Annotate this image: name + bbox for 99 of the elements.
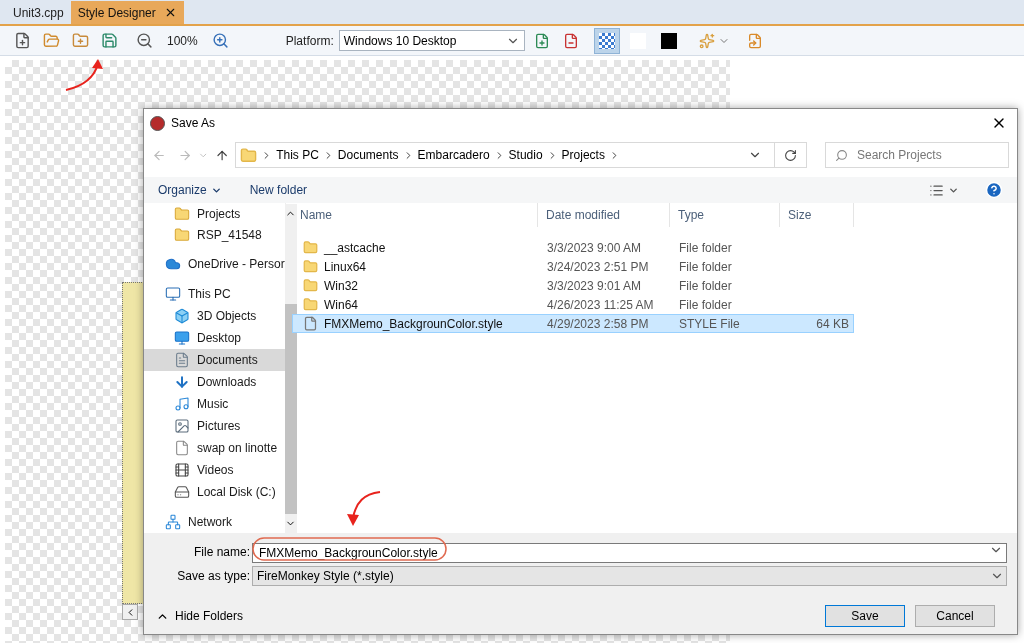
dialog-button[interactable]: Save: [825, 605, 905, 627]
date-modified: 3/3/2023 9:01 AM: [546, 277, 643, 295]
column-header[interactable]: Size: [780, 203, 854, 227]
nav-item[interactable]: Downloads: [144, 371, 285, 393]
zoom-in-icon: [212, 32, 230, 49]
file-size: 64 KB: [815, 315, 850, 333]
file-name: Linux64: [324, 258, 367, 276]
save-icon: [100, 32, 118, 49]
view-options-button[interactable]: [929, 182, 959, 198]
new-folder-button[interactable]: New folder: [249, 181, 308, 199]
app-logo-icon: [150, 115, 165, 131]
editor-tab[interactable]: Style Designer: [70, 1, 184, 24]
folder-plus-icon: [71, 32, 89, 49]
help-icon[interactable]: [985, 181, 1003, 199]
cube-icon: [174, 308, 190, 324]
cloud-icon: [165, 256, 181, 272]
nav-item[interactable]: 3D Objects: [144, 305, 285, 327]
zoom-level: 100%: [167, 32, 198, 50]
network-icon: [165, 514, 181, 530]
document-icon: [174, 352, 190, 368]
file-row[interactable]: Win64 4/26/2023 11:25 AM File folder: [292, 295, 854, 314]
file-type: STYLE File: [678, 315, 741, 333]
nav-item[interactable]: Documents: [144, 349, 285, 371]
scrollbar[interactable]: [284, 204, 297, 533]
file-name: Win32: [324, 277, 358, 295]
breadcrumb-item[interactable]: This PC: [276, 146, 319, 164]
address-bar[interactable]: This PC Documents Embarcadero Studio Projects: [235, 142, 807, 168]
dialog-button[interactable]: Cancel: [915, 605, 995, 627]
monitor-icon: [165, 286, 181, 302]
breadcrumb-item[interactable]: Studio: [508, 146, 543, 164]
organize-button[interactable]: Organize: [158, 181, 222, 199]
scroll-left-button[interactable]: [122, 604, 138, 620]
file-type: File folder: [678, 277, 733, 295]
nav-item[interactable]: This PC: [144, 283, 285, 305]
nav-item[interactable]: Network: [144, 511, 285, 533]
file-minus-icon: [562, 32, 579, 49]
column-header[interactable]: Date modified: [538, 203, 670, 227]
search-icon: [834, 149, 848, 162]
nav-item[interactable]: Pictures: [144, 415, 285, 437]
film-icon: [174, 462, 190, 478]
file-name: FMXMemo_BackgrounColor.style: [324, 315, 503, 333]
folder-icon: [174, 226, 190, 243]
file-row[interactable]: FMXMemo_BackgrounColor.style 4/29/2023 2:58 PM STYLE File 64 KB: [292, 314, 854, 333]
desktop-icon: [174, 330, 190, 346]
folder-icon: [303, 259, 318, 274]
file-plus-icon: [533, 32, 550, 49]
file-type: File folder: [678, 239, 733, 257]
file-type: File folder: [678, 258, 733, 276]
breadcrumb-item[interactable]: Projects: [561, 146, 605, 164]
breadcrumb-item[interactable]: Documents: [337, 146, 399, 164]
breadcrumb-item[interactable]: Embarcadero: [417, 146, 490, 164]
platform-label: Platform:: [285, 32, 334, 50]
zoom-out-icon: [135, 32, 153, 49]
file-plus-icon: [13, 32, 31, 49]
file-arrow-icon: [746, 32, 763, 49]
date-modified: 4/29/2023 2:58 PM: [546, 315, 650, 333]
file-icon: [174, 440, 190, 456]
date-modified: 3/3/2023 9:00 AM: [546, 239, 643, 257]
folder-icon: [303, 240, 318, 255]
file-name-field[interactable]: FMXMemo_BackgrounColor.style: [252, 543, 1007, 563]
column-header[interactable]: Type: [670, 203, 780, 227]
folder-icon: [303, 297, 318, 312]
file-row[interactable]: __astcache 3/3/2023 9:00 AM File folder: [292, 238, 854, 257]
sparkle-icon: [698, 32, 715, 49]
nav-item[interactable]: Music: [144, 393, 285, 415]
music-icon: [174, 396, 190, 412]
file-name: Win64: [324, 296, 358, 314]
date-modified: 4/26/2023 11:25 AM: [546, 296, 655, 314]
file-name: __astcache: [324, 239, 386, 257]
list-icon: [929, 182, 944, 198]
nav-item[interactable]: RSP_41548: [144, 224, 285, 245]
nav-item[interactable]: Videos: [144, 459, 285, 481]
nav-item[interactable]: Local Disk (C:): [144, 481, 285, 503]
save-type-select[interactable]: FireMonkey Style (*.style): [252, 566, 1007, 586]
save-type-label: Save as type:: [176, 568, 251, 585]
refresh-icon[interactable]: [783, 148, 797, 162]
folder-icon: [240, 146, 258, 164]
nav-item[interactable]: Projects: [144, 204, 285, 225]
file-name-label: File name:: [192, 544, 251, 561]
annotation-arrow: [64, 58, 106, 92]
search-field[interactable]: Search Projects: [824, 142, 1009, 168]
column-header[interactable]: Name: [292, 203, 538, 227]
hide-folders-button[interactable]: Hide Folders: [156, 607, 244, 625]
folder-icon: [174, 206, 190, 223]
editor-tab[interactable]: Unit3.cpp: [6, 1, 71, 24]
nav-item[interactable]: OneDrive - Persor: [144, 253, 285, 275]
pictures-icon: [174, 418, 190, 434]
download-icon: [174, 374, 190, 390]
dialog-title: Save As: [171, 115, 217, 132]
platform-select[interactable]: Windows 10 Desktop: [338, 30, 525, 51]
file-row[interactable]: Win32 3/3/2023 9:01 AM File folder: [292, 276, 854, 295]
file-type: File folder: [678, 296, 733, 314]
folder-icon: [303, 278, 318, 293]
folder-open-icon: [42, 32, 60, 49]
nav-item[interactable]: Desktop: [144, 327, 285, 349]
nav-item[interactable]: swap on linotte: [144, 437, 285, 459]
file-row[interactable]: Linux64 3/24/2023 2:51 PM File folder: [292, 257, 854, 276]
file-icon: [303, 316, 318, 331]
date-modified: 3/24/2023 2:51 PM: [546, 258, 650, 276]
